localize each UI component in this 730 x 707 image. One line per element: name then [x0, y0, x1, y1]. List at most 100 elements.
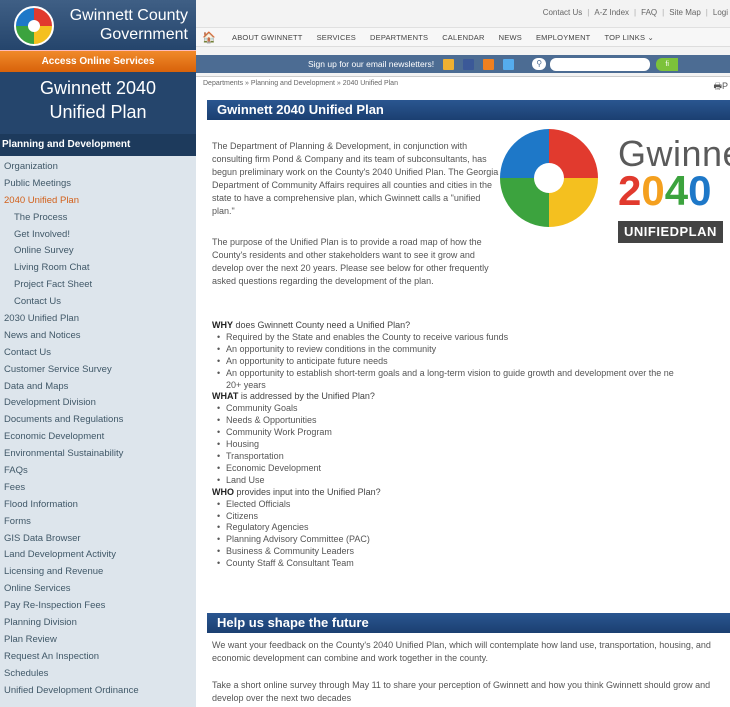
what-question-lead: WHAT — [212, 391, 239, 402]
separator: | — [634, 8, 637, 17]
intro-paragraph-1: The Department of Planning & Development… — [212, 141, 499, 216]
sidebar-item[interactable]: Environmental Sustainability — [0, 446, 196, 463]
sidebar-plan-title: Gwinnett 2040 Unified Plan — [0, 72, 196, 134]
print-icon[interactable]: 🖶P — [713, 79, 728, 95]
list-item: 20+ years — [226, 379, 266, 390]
list-item: Economic Development — [212, 463, 730, 475]
list-item: Required by the State and enables the Co… — [212, 332, 730, 344]
section-title-help: Help us shape the future — [207, 613, 730, 633]
list-item: County Staff & Consultant Team — [212, 558, 730, 570]
what-list: Community GoalsNeeds & OpportunitiesComm… — [212, 403, 730, 486]
sidebar-item[interactable]: Documents and Regulations — [0, 412, 196, 429]
survey-paragraph: Take a short online survey through May 1… — [212, 680, 711, 703]
sidebar-item[interactable]: Licensing and Revenue — [0, 564, 196, 581]
utility-links: Contact Us | A-Z Index | FAQ | Site Map | Logi — [543, 8, 728, 17]
sidebar-item[interactable]: Online Survey — [0, 243, 196, 260]
rss-icon[interactable] — [483, 58, 495, 70]
sidebar-item[interactable]: Living Room Chat — [0, 260, 196, 277]
main-nav-item[interactable]: Calendar — [442, 33, 484, 42]
email-icon[interactable] — [443, 58, 455, 70]
access-online-services-button[interactable]: Access Online Services — [0, 50, 196, 72]
main-nav-item[interactable]: Services — [317, 33, 356, 42]
main-nav-item[interactable]: Top Links ⌄ — [604, 33, 653, 42]
main-nav-item[interactable]: Departments — [370, 33, 428, 42]
sidebar-section-heading[interactable]: Planning and Development — [0, 134, 196, 156]
sidebar-plan-title-line1: Gwinnett 2040 — [39, 78, 157, 98]
feedback-paragraph: We want your feedback on the County's 20… — [212, 640, 711, 663]
list-item: Housing — [212, 439, 730, 451]
home-icon[interactable]: 🏠 — [200, 31, 218, 44]
sidebar-item[interactable]: Fees — [0, 480, 196, 497]
sidebar-plan-title-line2: Unified Plan — [49, 102, 147, 122]
sidebar-item[interactable]: 2030 Unified Plan — [0, 311, 196, 328]
main-nav-item[interactable]: Employment — [536, 33, 591, 42]
sidebar-item[interactable]: Organization — [0, 159, 196, 176]
sidebar-item[interactable]: Schedules — [0, 666, 196, 683]
gwinnett-2040-logo: Gwinnet 2040 UNIFIEDPLAN — [498, 127, 730, 247]
intro-paragraph-2: The purpose of the Unified Plan is to pr… — [212, 237, 489, 286]
what-question: WHAT is addressed by the Unified Plan? — [212, 391, 730, 403]
sidebar-item[interactable]: Project Fact Sheet — [0, 277, 196, 294]
list-item: An opportunity to review conditions in t… — [212, 344, 730, 356]
logo-text-line1: Gwinnett County — [69, 7, 188, 24]
sidebar-item[interactable]: Request An Inspection — [0, 649, 196, 666]
newsletter-signup-link[interactable]: Sign up for our email newsletters! — [308, 59, 434, 69]
page-title: Gwinnett 2040 Unified Plan — [207, 100, 730, 120]
faq-section: WHY does Gwinnett County need a Unified … — [212, 320, 730, 570]
sidebar-item[interactable]: 2040 Unified Plan — [0, 193, 196, 210]
utility-link[interactable]: Logi — [713, 8, 728, 17]
sidebar-item[interactable]: Get Involved! — [0, 227, 196, 244]
main-nav-item[interactable]: About Gwinnett — [232, 33, 303, 42]
sidebar-item[interactable]: Contact Us — [0, 345, 196, 362]
sidebar-item[interactable]: Land Development Activity — [0, 547, 196, 564]
utility-link[interactable]: A-Z Index — [594, 8, 629, 17]
sidebar-item[interactable]: Planning Division — [0, 615, 196, 632]
sidebar-item[interactable]: FAQs — [0, 463, 196, 480]
list-item: An opportunity to establish short-term g… — [212, 368, 730, 380]
sidebar-item[interactable]: Contact Us — [0, 294, 196, 311]
sidebar-item[interactable]: News and Notices — [0, 328, 196, 345]
who-question-lead: WHO — [212, 486, 234, 497]
utility-link[interactable]: Contact Us — [543, 8, 583, 17]
logo-year: 2040 — [618, 167, 711, 215]
search-icon: ⚲ — [532, 58, 547, 70]
sidebar-item[interactable]: Development Division — [0, 395, 196, 412]
who-question-text: provides input into the Unified Plan? — [234, 486, 381, 497]
list-item: Citizens — [212, 511, 730, 523]
list-item: Needs & Opportunities — [212, 415, 730, 427]
sidebar-item[interactable]: Unified Development Ordinance — [0, 683, 196, 700]
search-input[interactable] — [550, 57, 651, 71]
county-logo-icon — [14, 6, 54, 46]
logo-text-line2: Government — [99, 26, 188, 43]
who-question: WHO provides input into the Unified Plan… — [212, 487, 730, 499]
print-label: P — [721, 81, 728, 91]
who-list: Elected OfficialsCitizensRegulatory Agen… — [212, 499, 730, 570]
utility-link[interactable]: Site Map — [669, 8, 701, 17]
sidebar-item[interactable]: Data and Maps — [0, 379, 196, 396]
list-item: Transportation — [212, 451, 730, 463]
list-item: Community Goals — [212, 403, 730, 415]
breadcrumb[interactable]: Departments » Planning and Development »… — [203, 80, 398, 87]
logo-year-digit: 0 — [641, 167, 665, 214]
logo-year-digit: 4 — [664, 167, 689, 214]
utility-link[interactable]: FAQ — [641, 8, 657, 17]
sidebar-item[interactable]: The Process — [0, 210, 196, 227]
separator: | — [662, 8, 665, 17]
facebook-icon[interactable] — [463, 58, 475, 70]
sidebar-item[interactable]: Flood Information — [0, 497, 196, 514]
sidebar-item[interactable]: Customer Service Survey — [0, 362, 196, 379]
twitter-icon[interactable] — [503, 58, 515, 70]
sidebar-item[interactable]: Forms — [0, 514, 196, 531]
sidebar-item[interactable]: Public Meetings — [0, 176, 196, 193]
sidebar-item[interactable]: Pay Re-Inspection Fees — [0, 598, 196, 615]
search-button[interactable]: fi — [656, 57, 679, 71]
gwinnett-logo-circle-icon — [500, 129, 598, 227]
list-item: Community Work Program — [212, 427, 730, 439]
list-item: Business & Community Leaders — [212, 546, 730, 558]
sidebar-item[interactable]: Online Services — [0, 581, 196, 598]
county-logo[interactable]: Gwinnett County Government — [0, 0, 196, 50]
main-nav-item[interactable]: News — [499, 33, 522, 42]
sidebar-item[interactable]: GIS Data Browser — [0, 531, 196, 548]
sidebar-item[interactable]: Plan Review — [0, 632, 196, 649]
sidebar-item[interactable]: Economic Development — [0, 429, 196, 446]
